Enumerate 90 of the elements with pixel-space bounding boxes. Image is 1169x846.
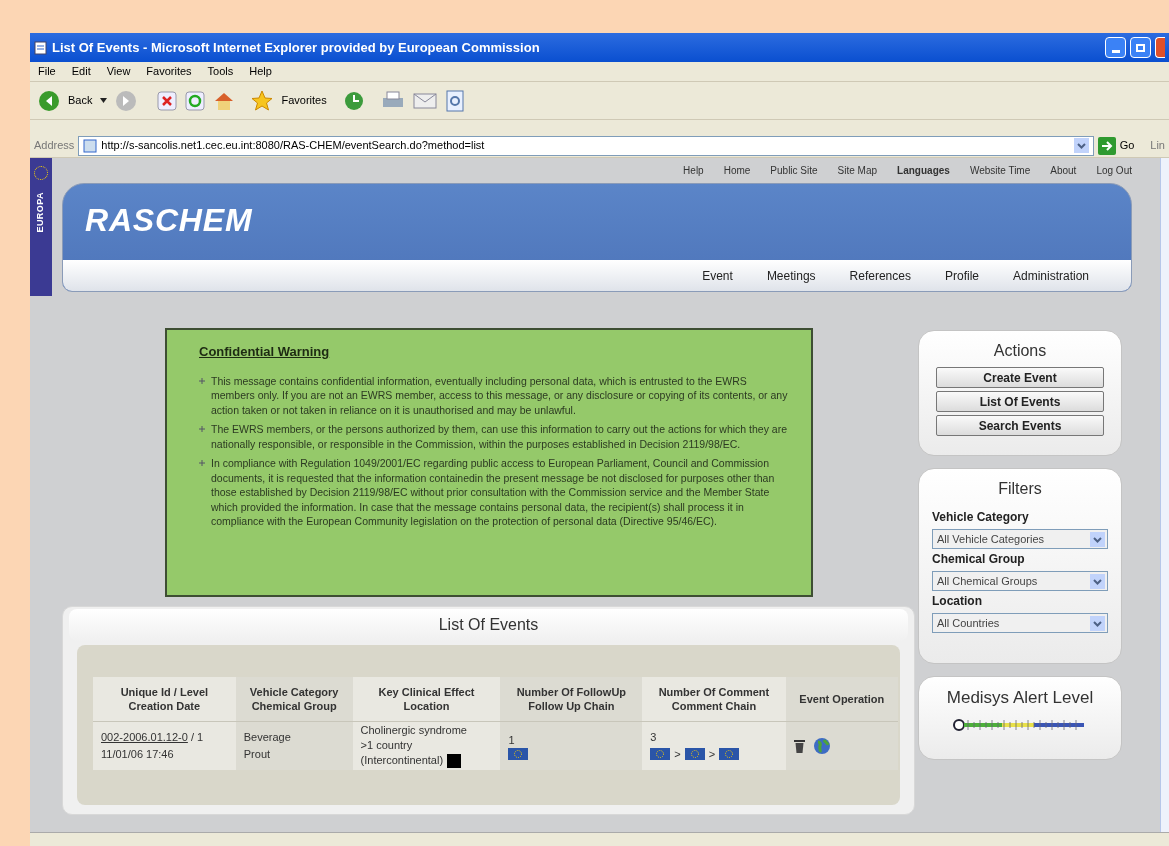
top-link[interactable]: Log Out — [1096, 163, 1132, 178]
address-field[interactable]: http://s-sancolis.net1.cec.eu.int:8080/RAS-CHEM/eventSearch.do?method=list — [78, 135, 1094, 156]
column-header: Location — [402, 698, 451, 713]
level-text: / 1 — [189, 731, 204, 744]
bullet-icon — [199, 377, 205, 384]
back-icon[interactable] — [38, 89, 60, 112]
scrollbar[interactable] — [1160, 158, 1169, 832]
nav-link[interactable]: Event — [702, 266, 733, 285]
menu-item[interactable]: View — [106, 63, 131, 80]
document-icon[interactable] — [444, 89, 465, 112]
top-link[interactable]: Languages — [897, 163, 950, 178]
close-button[interactable] — [1155, 37, 1165, 58]
column-header: Key Clinical Effect — [377, 684, 476, 699]
column-header: Vehicle Category — [248, 684, 340, 699]
mail-icon[interactable] — [412, 90, 437, 111]
menu-item[interactable]: Favorites — [146, 63, 192, 80]
minimize-button[interactable] — [1105, 37, 1126, 58]
action-button[interactable]: List Of Events — [936, 391, 1104, 412]
column-header: Unique Id / Level — [119, 684, 210, 699]
panel-title: Medisys Alert Level — [946, 687, 1094, 709]
menu-item[interactable]: Edit — [71, 63, 91, 80]
menu-item[interactable]: Help — [249, 63, 272, 80]
table-cell-text: Beverage — [243, 730, 292, 746]
table-cell-text: Cholinergic syndrome — [360, 723, 468, 739]
action-button[interactable]: Create Event — [936, 367, 1104, 388]
top-link[interactable]: Home — [723, 163, 751, 178]
warning-text: This message contains confidential information, eventually including personal data, which is entrusted to the EWRS members only. If you are not an EWRS member, access to this message, or any disclosure or copying of its contents, or any action taken or not taken in reliance on it is unauthorised and may be unlawful. — [211, 373, 789, 417]
table-cell-text: 11/01/06 17:46 — [101, 746, 175, 762]
table-cell: (Intercontinental) — [360, 753, 444, 769]
top-link[interactable]: Help — [683, 163, 704, 178]
column-header: Follow Up Chain — [527, 698, 616, 713]
field-label: Chemical Group — [932, 551, 1026, 568]
table-cell-text: 3 — [650, 730, 658, 746]
chain-separator: > — [708, 746, 716, 762]
bullet-icon — [199, 426, 205, 432]
bullet-icon — [199, 460, 205, 466]
back-button[interactable]: Back — [68, 92, 93, 109]
restore-button[interactable] — [1130, 37, 1151, 58]
event-id-link[interactable]: 002-2006.01.12-0 — [101, 731, 188, 744]
table-cell-text: Prout — [243, 746, 272, 762]
filter-dropdown[interactable]: All Countries — [932, 613, 1108, 633]
stop-icon[interactable] — [157, 90, 178, 111]
warning-text: In compliance with Regulation 1049/2001/EC regarding public access to European Parliament, Council and Commission documents, it is requested that the information containedin the present message be not disclosed for purposes other than those established by Decision 2119/98/EC without prior consultation with the Commission service and the Member State which provided the information. In case that the message contains personal data, the recipient(s) shall process it in compliance with the European Community legislation on the protection of personal data (Directive 95/46/EC). — [211, 456, 776, 529]
column-header: Event Operation — [798, 691, 886, 706]
nav-link[interactable]: Meetings — [766, 266, 816, 285]
nav-link[interactable]: References — [849, 266, 911, 285]
window-title: List Of Events - Microsoft Internet Explorer provided by European Commission — [52, 38, 541, 57]
dropdown-arrow-icon[interactable] — [100, 98, 108, 103]
globe-icon[interactable] — [812, 736, 831, 755]
top-link[interactable]: Site Map — [837, 163, 878, 178]
menu-item[interactable]: File — [38, 63, 56, 80]
warning-text: The EWRS members, or the persons authorized by them, can use this information to carry out the actions for which they are nationally responsible, or responsible in the Commission, within the purposes established in Decision 2119/98/EC. — [211, 422, 788, 451]
address-label: Address — [34, 138, 75, 154]
menu-item[interactable]: Tools — [207, 63, 234, 80]
browser-page-icon — [34, 40, 48, 55]
table-cell-text: 1 — [508, 732, 516, 748]
go-button[interactable]: Go — [1119, 137, 1135, 154]
links-label[interactable]: Lin — [1150, 137, 1165, 154]
filter-dropdown[interactable]: All Vehicle Categories — [932, 529, 1108, 549]
table-cell: >1 country — [360, 738, 413, 754]
column-header: Number Of Comment — [657, 684, 771, 699]
column-header: Chemical Group — [250, 698, 338, 713]
flag-icon[interactable] — [719, 748, 740, 760]
filter-dropdown[interactable]: All Chemical Groups — [932, 571, 1108, 591]
action-button[interactable]: Search Events — [936, 415, 1104, 436]
top-link[interactable]: About — [1050, 163, 1077, 178]
warning-title: Confidential Warning — [199, 343, 331, 361]
field-label: Vehicle Category — [932, 509, 1030, 526]
flag-icon[interactable] — [508, 748, 529, 760]
column-header: Comment Chain — [670, 698, 758, 713]
europa-strip: EUROPA — [30, 158, 52, 296]
nav-link[interactable]: Administration — [1012, 266, 1089, 285]
panel-title: Filters — [998, 479, 1042, 499]
panel-title: Actions — [993, 341, 1047, 361]
flag-icon[interactable] — [684, 748, 705, 760]
page-icon — [83, 138, 98, 153]
top-link[interactable]: Website Time — [969, 163, 1031, 178]
trash-icon[interactable] — [793, 738, 805, 753]
refresh-icon[interactable] — [185, 90, 206, 111]
column-header: Creation Date — [127, 698, 202, 713]
site-title: RASCHEM — [85, 201, 254, 240]
column-header: Number Of FollowUp — [515, 684, 628, 699]
top-link[interactable]: Public Site — [770, 163, 818, 178]
star-icon[interactable] — [251, 89, 274, 112]
history-icon[interactable] — [342, 89, 365, 112]
favorites-button[interactable]: Favorites — [281, 92, 327, 109]
flag-icon[interactable] — [650, 748, 671, 760]
chain-separator: > — [674, 746, 681, 762]
nav-link[interactable]: Profile — [944, 266, 979, 285]
field-label: Location — [932, 593, 983, 610]
